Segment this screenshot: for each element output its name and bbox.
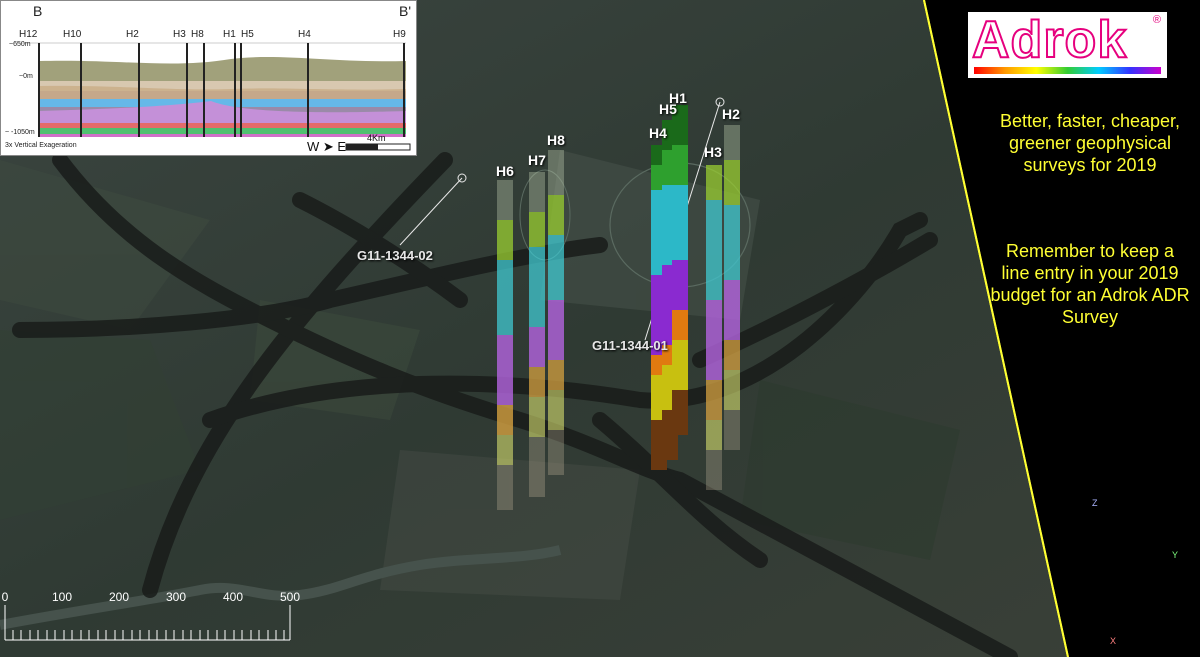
scale-tick-400: 400: [222, 590, 244, 604]
scale-tick-100: 100: [51, 590, 73, 604]
axis-x-label: X: [1110, 636, 1117, 646]
column-label-h6: H6: [496, 163, 514, 179]
column-label-h4: H4: [649, 125, 667, 141]
hole-label-h2: H2: [126, 29, 139, 40]
hole-label-h8: H8: [191, 29, 204, 40]
vertical-exaggeration-note: 3x Vertical Exageration: [5, 142, 77, 149]
scale-tick-200: 200: [108, 590, 130, 604]
hole-label-h3: H3: [173, 29, 186, 40]
column-label-h3: H3: [704, 144, 722, 160]
logo-text: Adrok: [971, 10, 1128, 70]
hole-label-h12: H12: [19, 29, 38, 40]
well-label-g11-1344-02: G11-1344-02: [357, 248, 433, 263]
cross-section-inset: B B' H12 H10 H2 H3 H8 H1 H5 H4 H9 ~650m …: [0, 0, 417, 156]
inset-scale-label: 4Km: [367, 133, 386, 143]
hole-label-h9: H9: [393, 29, 406, 40]
scale-tick-500: 500: [279, 590, 301, 604]
scale-tick-0: 0: [1, 590, 9, 604]
tagline-secondary: Remember to keep a line entry in your 20…: [990, 241, 1190, 327]
section-start-label: B: [33, 3, 43, 19]
hole-label-h4: H4: [298, 29, 311, 40]
hole-label-h5: H5: [241, 29, 254, 40]
depth-top-label: ~650m: [9, 41, 31, 48]
column-label-h7: H7: [528, 152, 546, 168]
scale-tick-300: 300: [165, 590, 187, 604]
logo-spectrum-bar: [974, 67, 1161, 74]
axis-y-label: Y: [1172, 550, 1179, 560]
hole-label-h10: H10: [63, 29, 82, 40]
registered-mark: ®: [1152, 14, 1161, 26]
hole-label-h1: H1: [223, 29, 236, 40]
axis-z-label: Z: [1092, 498, 1098, 508]
direction-label: W ➤ E: [307, 139, 347, 154]
tagline-primary: Better, faster, cheaper, greener geophys…: [999, 111, 1181, 175]
depth-bottom-label: ~ -1050m: [5, 129, 35, 136]
well-label-g11-1344-01: G11-1344-01: [592, 338, 668, 353]
section-end-label: B': [399, 3, 412, 19]
depth-mid-label: ~0m: [19, 73, 33, 80]
column-label-h8: H8: [547, 132, 565, 148]
adrok-logo: Adrok ®: [968, 10, 1167, 78]
column-label-h2: H2: [722, 106, 740, 122]
column-label-h5: H5: [659, 101, 677, 117]
cross-section-chart: [16, 42, 411, 151]
